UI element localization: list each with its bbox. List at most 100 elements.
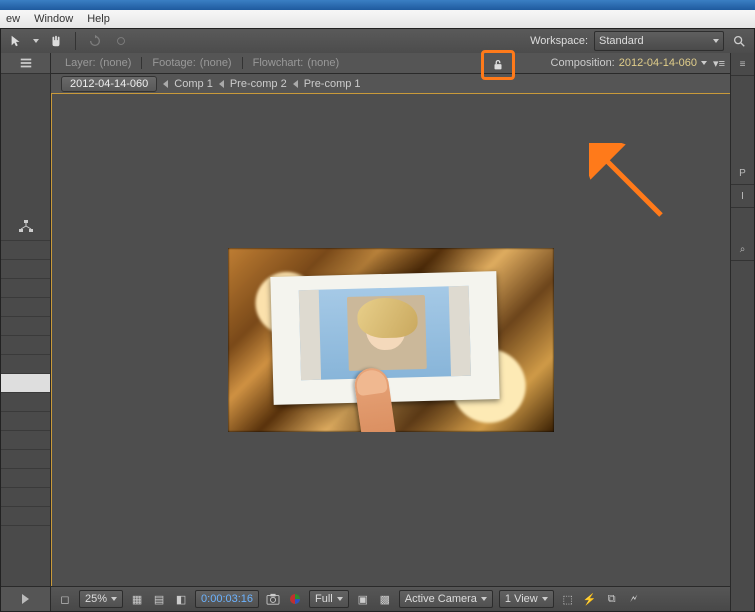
strip	[299, 290, 321, 380]
play-icon	[22, 594, 29, 604]
left-panel-tab[interactable]	[1, 53, 50, 74]
list-item[interactable]	[1, 431, 50, 450]
selection-tool-icon[interactable]	[7, 32, 25, 50]
list-item[interactable]	[1, 336, 50, 355]
flowchart-icon[interactable]: 🗲	[626, 591, 642, 607]
tab-label: Flowchart:	[253, 57, 304, 69]
right-stub-i[interactable]: I	[731, 185, 754, 208]
grid-icon[interactable]: ▤	[151, 591, 167, 607]
menu-window[interactable]: Window	[30, 13, 83, 25]
workspace-value: Standard	[599, 35, 644, 47]
tab-label: Layer:	[65, 57, 96, 69]
tab-value: (none)	[100, 57, 132, 69]
breadcrumb-item[interactable]: Pre-comp 1	[304, 78, 361, 90]
breadcrumb-sep-icon	[293, 80, 298, 88]
zoom-value: 25%	[85, 593, 107, 605]
list-item[interactable]	[1, 317, 50, 336]
list-item[interactable]	[1, 298, 50, 317]
transparency-grid-icon[interactable]: ▩	[377, 591, 393, 607]
quality-selector[interactable]: Full	[309, 590, 349, 608]
panel-menu-icon[interactable]: ▾≡	[711, 57, 727, 70]
breadcrumb-sep-icon	[163, 80, 168, 88]
tab-value: 2012-04-14-060	[619, 57, 697, 69]
timecode-value: 0:00:03:16	[201, 593, 253, 605]
always-preview-icon[interactable]: ◻	[57, 591, 73, 607]
list-item[interactable]	[1, 412, 50, 431]
lock-toggle-highlighted[interactable]	[481, 50, 515, 80]
app-frame: Workspace: Standard	[0, 28, 755, 612]
breadcrumb-item[interactable]: Comp 1	[174, 78, 213, 90]
composition-canvas	[228, 248, 554, 432]
workspace-selector[interactable]: Standard	[594, 31, 724, 51]
list-item[interactable]	[1, 260, 50, 279]
chevron-down-icon	[111, 597, 117, 601]
list-item[interactable]	[1, 393, 50, 412]
pixel-aspect-icon[interactable]: ⬚	[560, 591, 576, 607]
list-item[interactable]	[1, 488, 50, 507]
hand-tool-icon[interactable]	[47, 32, 65, 50]
list-item[interactable]	[1, 450, 50, 469]
viewer-panel: Layer: (none) Footage: (none) Flowchart:…	[51, 53, 731, 611]
tab-layer[interactable]: Layer: (none)	[55, 57, 142, 69]
misc-tool-icon[interactable]	[112, 32, 130, 50]
menu-help[interactable]: Help	[83, 13, 120, 25]
list-item[interactable]	[1, 279, 50, 298]
views-value: 1 View	[505, 593, 538, 605]
tab-label: Footage:	[152, 57, 195, 69]
mask-icon[interactable]: ◧	[173, 591, 189, 607]
composition-viewer[interactable]	[51, 93, 731, 587]
workspace-label: Workspace:	[530, 35, 588, 47]
breadcrumb-sep-icon	[219, 80, 224, 88]
menu-bar: ew Window Help	[0, 10, 755, 28]
tab-value: (none)	[200, 57, 232, 69]
list-item[interactable]	[1, 241, 50, 260]
play-button[interactable]	[1, 586, 50, 611]
flower-accent	[359, 314, 375, 330]
tab-label: Composition:	[551, 57, 615, 69]
tab-value: (none)	[307, 57, 339, 69]
flowchart-mini-icon[interactable]	[1, 214, 50, 241]
resolution-icon[interactable]: ▦	[129, 591, 145, 607]
timeline-icon[interactable]: ⧉	[604, 591, 620, 607]
list-item[interactable]	[1, 355, 50, 374]
right-stub-search[interactable]: ⌕	[731, 238, 754, 261]
camera-selector[interactable]: Active Camera	[399, 590, 493, 608]
rotate-tool-icon[interactable]	[86, 32, 104, 50]
viewer-tabs: Layer: (none) Footage: (none) Flowchart:…	[51, 53, 731, 74]
breadcrumb-item[interactable]: Pre-comp 2	[230, 78, 287, 90]
right-stub-p[interactable]: P	[731, 162, 754, 185]
list-item-selected[interactable]	[1, 374, 50, 393]
chevron-down-icon	[337, 597, 343, 601]
list-item[interactable]	[1, 507, 50, 526]
right-panel-collapsed: ≡ P I ⌕	[730, 53, 754, 611]
chevron-down-icon	[542, 597, 548, 601]
list-item[interactable]	[1, 469, 50, 488]
lock-icon	[491, 58, 505, 72]
views-selector[interactable]: 1 View	[499, 590, 554, 608]
search-icon[interactable]	[730, 32, 748, 50]
tab-footage[interactable]: Footage: (none)	[142, 57, 242, 69]
chevron-down-icon	[481, 597, 487, 601]
roi-icon[interactable]: ▣	[355, 591, 371, 607]
timecode-display[interactable]: 0:00:03:16	[195, 590, 259, 608]
tab-composition-active[interactable]: Composition: 2012-04-14-060 ▾≡	[551, 53, 727, 73]
fast-preview-icon[interactable]: ⚡	[582, 591, 598, 607]
tool-dropdown-icon[interactable]	[33, 39, 39, 43]
snapshot-icon[interactable]	[265, 591, 281, 607]
composition-breadcrumb: 2012-04-14-060 Comp 1 Pre-comp 2 Pre-com…	[51, 74, 731, 95]
window-titlebar	[0, 0, 755, 10]
main-area: Layer: (none) Footage: (none) Flowchart:…	[1, 53, 754, 611]
menu-view[interactable]: ew	[2, 13, 30, 25]
portrait-image	[347, 295, 427, 371]
quality-value: Full	[315, 593, 333, 605]
tab-flowchart[interactable]: Flowchart: (none)	[243, 57, 350, 69]
channel-icon[interactable]	[287, 591, 303, 607]
inner-photo	[299, 286, 471, 380]
left-rows	[1, 214, 50, 526]
chevron-down-icon	[713, 39, 719, 43]
zoom-selector[interactable]: 25%	[79, 590, 123, 608]
right-stub[interactable]: ≡	[731, 53, 754, 76]
breadcrumb-root[interactable]: 2012-04-14-060	[61, 76, 157, 92]
chevron-down-icon	[701, 61, 707, 65]
viewer-status-bar: ◻ 25% ▦ ▤ ◧ 0:00:03:16 Full	[51, 586, 731, 611]
